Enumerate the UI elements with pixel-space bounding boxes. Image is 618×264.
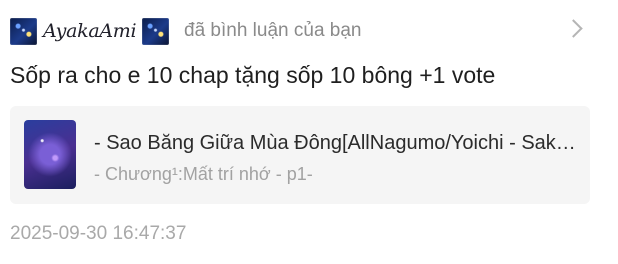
- comment-text: Sốp ra cho e 10 chap tặng sốp 10 bông +1…: [10, 62, 496, 88]
- username[interactable]: AyakaAmi: [41, 20, 138, 42]
- timestamp: 2025-09-30 16:47:37: [10, 223, 187, 244]
- sparkle-left-icon: [10, 17, 37, 45]
- action-text: đã bình luận của bạn: [184, 20, 362, 41]
- story-title: - Sao Băng Giữa Mùa Đông[AllNagumo/Yoich…: [94, 132, 580, 154]
- chapter-title: - Chương¹:Mất trí nhớ - p1-: [94, 164, 313, 184]
- chevron-right-icon[interactable]: [564, 19, 583, 38]
- notification-card[interactable]: AyakaAmi đã bình luận của bạn Sốp ra cho…: [0, 0, 618, 264]
- sparkle-right-icon: [142, 17, 170, 45]
- referenced-chapter-card[interactable]: - Sao Băng Giữa Mùa Đông[AllNagumo/Yoich…: [10, 106, 590, 204]
- username-badge[interactable]: AyakaAmi: [10, 17, 170, 45]
- story-cover-image: [24, 120, 76, 189]
- notification-header: AyakaAmi đã bình luận của bạn: [8, 14, 604, 50]
